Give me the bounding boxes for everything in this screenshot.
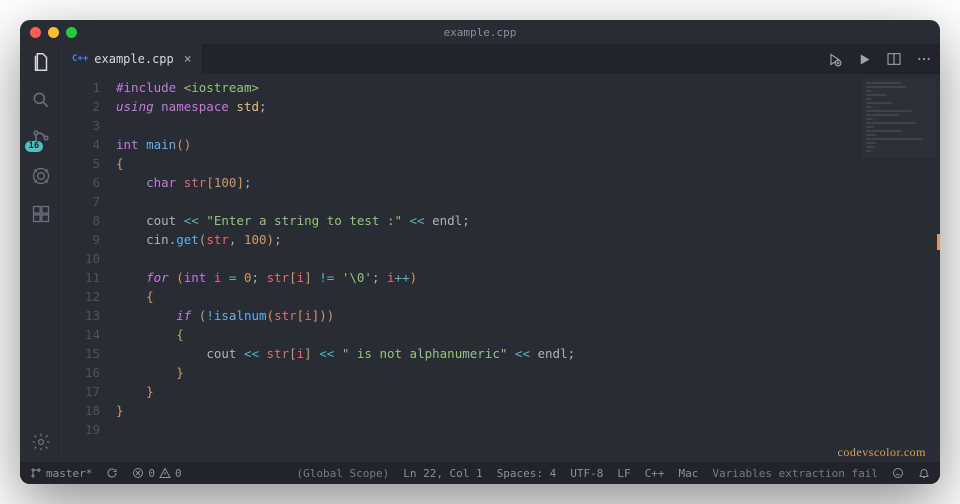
more-actions-icon[interactable] [914,49,934,69]
minimap[interactable] [862,78,936,158]
sync-button[interactable] [106,467,118,479]
code-line: if (!isalnum(str[i])) [116,306,940,325]
line-number: 15 [62,344,100,363]
code-line: } [116,401,940,420]
line-number: 19 [62,420,100,439]
line-number: 2 [62,97,100,116]
code-line: for (int i = 0; str[i] != '\0'; i++) [116,268,940,287]
notifications-icon[interactable] [918,467,930,479]
close-tab-icon[interactable]: × [184,52,192,67]
line-number: 7 [62,192,100,211]
code-content: #include <iostream>using namespace std; i… [110,74,940,462]
search-icon[interactable] [29,88,53,112]
eol[interactable]: LF [617,467,630,480]
zoom-window-button[interactable] [66,27,77,38]
editor-actions [824,44,934,74]
code-line: cin.get(str, 100); [116,230,940,249]
code-editor[interactable]: 12345678910111213141516171819 #include <… [62,74,940,462]
status-message[interactable]: Variables extraction fail [712,467,878,480]
titlebar: example.cpp [20,20,940,44]
run-icon[interactable] [854,49,874,69]
extensions-icon[interactable] [29,202,53,226]
warning-count: 0 [175,467,182,480]
debug-config-icon[interactable] [824,49,844,69]
explorer-icon[interactable] [29,50,53,74]
scope-indicator[interactable]: (Global Scope) [296,467,389,480]
code-line: using namespace std; [116,97,940,116]
window-body: C++ example.cpp × [20,44,940,462]
os-indicator[interactable]: Mac [679,467,699,480]
line-number: 1 [62,78,100,97]
line-number: 8 [62,211,100,230]
error-count: 0 [148,467,155,480]
line-number: 16 [62,363,100,382]
line-number: 18 [62,401,100,420]
code-line [116,192,940,211]
code-line [116,249,940,268]
line-number: 3 [62,116,100,135]
code-line: int main() [116,135,940,154]
tab-lang-badge: C++ [72,54,88,64]
code-line: { [116,325,940,344]
branch-name: master* [46,467,92,480]
error-icon [132,467,144,479]
main-area: C++ example.cpp × [62,44,940,462]
code-line: } [116,363,940,382]
code-line: char str[100]; [116,173,940,192]
code-line: #include <iostream> [116,78,940,97]
editor-window: example.cpp [20,20,940,484]
code-line: { [116,154,940,173]
cursor-position[interactable]: Ln 22, Col 1 [403,467,482,480]
code-line [116,420,940,439]
line-number-gutter: 12345678910111213141516171819 [62,74,110,462]
split-editor-icon[interactable] [884,49,904,69]
traffic-lights [30,27,77,38]
tab-bar: C++ example.cpp × [62,44,940,74]
code-line: cout << "Enter a string to test :" << en… [116,211,940,230]
language-mode[interactable]: C++ [645,467,665,480]
code-line [116,116,940,135]
debug-icon[interactable] [29,164,53,188]
sync-icon [106,467,118,479]
line-number: 17 [62,382,100,401]
line-number: 6 [62,173,100,192]
git-branch[interactable]: master* [30,467,92,480]
tab-example-cpp[interactable]: C++ example.cpp × [62,44,203,74]
close-window-button[interactable] [30,27,41,38]
code-line: } [116,382,940,401]
source-control-icon[interactable] [29,126,53,150]
code-line: cout << str[i] << " is not alphanumeric"… [116,344,940,363]
scroll-indicator [937,234,940,250]
line-number: 10 [62,249,100,268]
tab-filename: example.cpp [94,52,173,66]
line-number: 12 [62,287,100,306]
line-number: 14 [62,325,100,344]
line-number: 5 [62,154,100,173]
line-number: 9 [62,230,100,249]
indentation[interactable]: Spaces: 4 [497,467,557,480]
activity-bar [20,44,62,462]
status-bar: master* 0 0 (Global Scope) Ln 22, Col 1 … [20,462,940,484]
line-number: 13 [62,306,100,325]
minimize-window-button[interactable] [48,27,59,38]
line-number: 11 [62,268,100,287]
problems[interactable]: 0 0 [132,467,181,480]
window-title: example.cpp [20,26,940,39]
feedback-icon[interactable] [892,467,904,479]
code-line: { [116,287,940,306]
warning-icon [159,467,171,479]
branch-icon [30,467,42,479]
settings-gear-icon[interactable] [29,430,53,454]
encoding[interactable]: UTF-8 [570,467,603,480]
line-number: 4 [62,135,100,154]
